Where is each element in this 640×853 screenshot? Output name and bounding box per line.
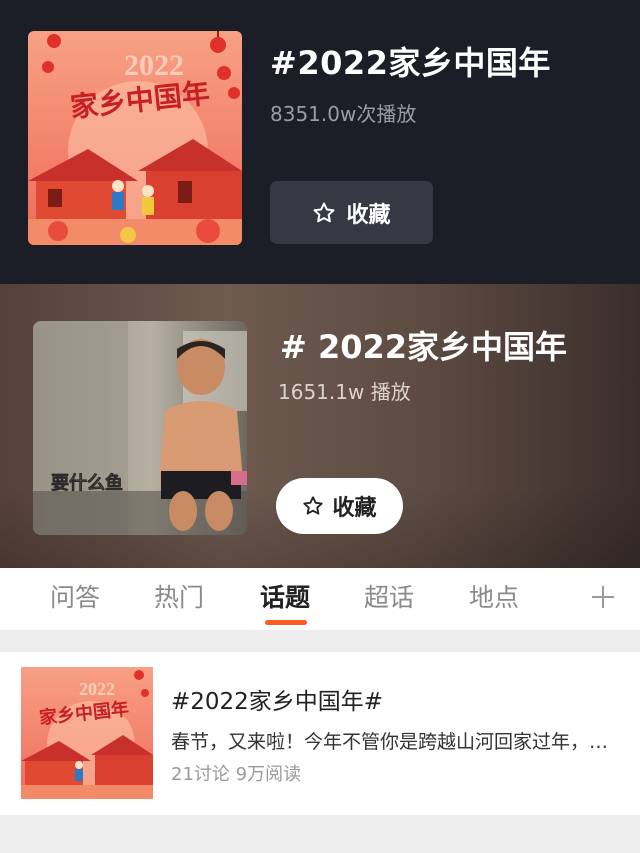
topic-header-card: 2022 家乡中国年 #2022家乡中国年 8351.0w次播放 收藏: [0, 0, 640, 284]
tab-topics[interactable]: 话题: [260, 578, 310, 614]
favorite-label: 收藏: [346, 202, 391, 228]
topic-cover-image[interactable]: 2022 家乡中国年: [28, 31, 242, 245]
tab-hot[interactable]: 热门: [154, 578, 204, 614]
result-stats: 21讨论 9万阅读: [171, 764, 302, 785]
favorite-label: 收藏: [332, 496, 377, 521]
video-caption-text: 要什么鱼: [51, 472, 123, 494]
topic-thumbnail: 2022 家乡中国年: [21, 667, 153, 799]
topic-video-card: 要什么鱼 # 2022家乡中国年 1651.1w 播放 收藏: [0, 284, 640, 568]
search-tab-bar: 问答 热门 话题 超话 地点: [0, 568, 640, 630]
result-description: 春节，又来啦！今年不管你是跨越山河回家过年，还是: [171, 731, 621, 753]
star-icon: [302, 495, 324, 517]
video-topic-title: # 2022家乡中国年: [280, 328, 568, 366]
tab-places[interactable]: 地点: [469, 578, 519, 614]
favorite-button[interactable]: 收藏: [270, 181, 433, 244]
tab-super-topics[interactable]: 超话: [364, 578, 414, 614]
plus-icon[interactable]: [590, 574, 616, 610]
tab-qa[interactable]: 问答: [50, 578, 100, 614]
star-icon: [312, 201, 336, 225]
topic-title: #2022家乡中国年: [270, 44, 551, 82]
favorite-button-light[interactable]: 收藏: [276, 478, 403, 534]
active-tab-indicator: [265, 620, 307, 625]
thumb-year-text: 2022: [79, 679, 115, 699]
list-item[interactable]: 2022 家乡中国年 #2022家乡中国年# 春节，又来啦！今年不管你是跨越山河…: [0, 652, 640, 815]
video-cover-image[interactable]: 要什么鱼: [33, 321, 247, 535]
play-count: 8351.0w次播放: [270, 102, 417, 126]
cover-year-text: 2022: [124, 49, 184, 82]
result-topic-title: #2022家乡中国年#: [171, 689, 384, 715]
video-play-count: 1651.1w 播放: [278, 380, 411, 404]
